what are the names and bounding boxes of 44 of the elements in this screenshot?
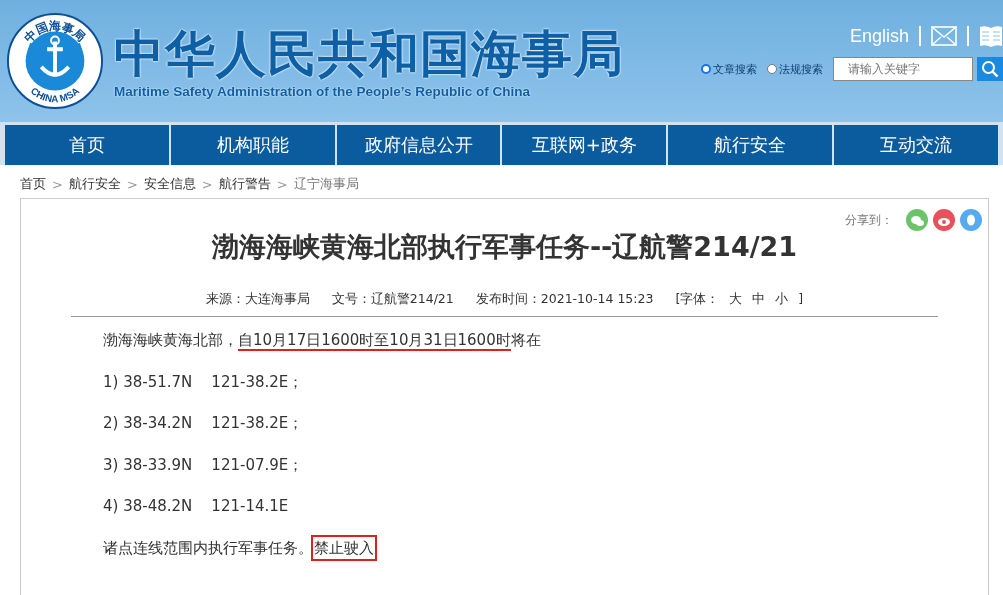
breadcrumb-link[interactable]: 航行安全 (68, 175, 121, 193)
site-subtitle: Maritime Safety Administration of the People’s Republic of China (114, 83, 532, 99)
article-paragraph: 4) 38-48.2N 121-14.1E (103, 496, 290, 517)
article-paragraph: 1) 38-51.7N 121-38.2E； (103, 371, 305, 393)
share-label: 分享到： (845, 211, 893, 229)
wechat-share-icon[interactable] (906, 209, 928, 231)
breadcrumb-separator: > (52, 176, 63, 192)
breadcrumb-link[interactable]: 辽宁海事局 (293, 175, 359, 193)
article-paragraph: 3) 38-33.9N 121-07.9E； (103, 454, 305, 476)
breadcrumb-link[interactable]: 安全信息 (143, 175, 196, 193)
qq-share-icon[interactable] (960, 209, 982, 231)
nav-item[interactable]: 航行安全 (668, 125, 833, 165)
breadcrumb-link[interactable]: 首页 (20, 175, 46, 193)
site-title: 中华人民共和国海事局 (114, 23, 624, 84)
meta-text: 发布时间：2021-10-14 15:23 (475, 291, 654, 308)
font-size-link[interactable]: 中 (752, 291, 766, 308)
article-title: 渤海海峡黄海北部执行军事任务--辽航警214/21 (210, 230, 799, 264)
breadcrumb-separator: > (201, 176, 213, 192)
nav-item[interactable]: 政府信息公开 (336, 125, 501, 165)
meta-text: 来源：大连海事局 (205, 291, 310, 308)
book-icon[interactable] (979, 25, 1003, 47)
search-scope-radio[interactable]: 文章搜索 (701, 61, 757, 77)
nav-item[interactable]: 互动交流 (834, 125, 998, 165)
weibo-share-icon[interactable] (933, 209, 955, 231)
meta-text: 文号：辽航警214/21 (331, 291, 454, 308)
font-size-label: [字体： (675, 291, 720, 308)
search-field[interactable]: 请输入关键字 (833, 57, 973, 81)
mail-icon[interactable] (931, 26, 957, 46)
breadcrumb-separator: > (126, 176, 138, 192)
article-paragraph: 2) 38-34.2N 121-38.2E； (103, 413, 305, 434)
bracket-text: ] (798, 291, 804, 306)
font-size-link[interactable]: 小 (775, 291, 789, 308)
nav-item[interactable]: 首页 (5, 125, 169, 165)
font-size-link[interactable]: 大 (729, 291, 743, 308)
breadcrumb-link[interactable]: 航行警告 (218, 175, 271, 193)
search-button[interactable] (977, 57, 1003, 81)
nav-item[interactable]: 机构职能 (170, 125, 335, 165)
nav-item[interactable]: 互联网+政务 (502, 125, 667, 165)
search-scope-radio[interactable]: 法规搜索 (767, 61, 823, 77)
search-icon (981, 60, 999, 78)
breadcrumb-separator: > (276, 176, 288, 192)
article-paragraph: 渤海海峡黄海北部，自10月17日1600时至10月31日1600时将在 (103, 330, 542, 353)
article-paragraph: 诸点连线范围内执行军事任务。禁止驶入 (103, 534, 988, 561)
msa-logo: 中国海事局 CHINA MSA (6, 12, 104, 110)
